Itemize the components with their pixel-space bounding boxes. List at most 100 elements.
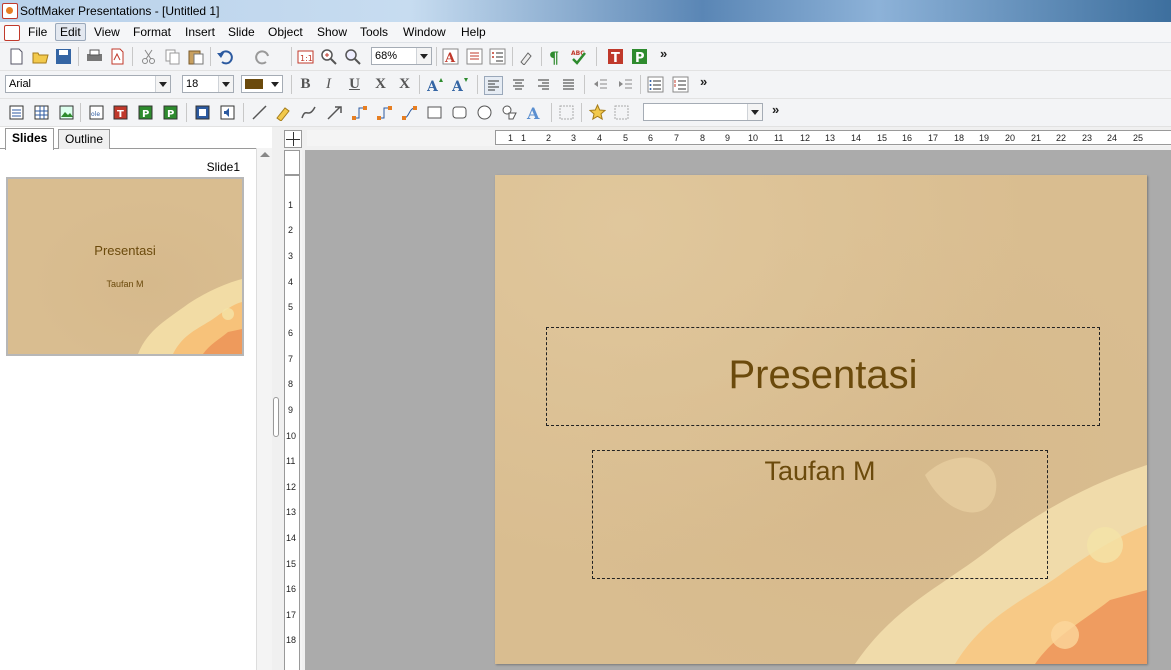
movie-icon[interactable] [194, 104, 211, 121]
ole-object-icon[interactable]: ole [88, 104, 105, 121]
curve-icon[interactable] [300, 104, 317, 121]
textmaker-object-icon[interactable]: T [112, 104, 129, 121]
line-icon[interactable] [251, 104, 268, 121]
slide-transition-icon[interactable] [613, 104, 630, 121]
slide[interactable]: Presentasi Taufan M [495, 175, 1147, 664]
toolbar-overflow-icon[interactable]: » [660, 46, 667, 61]
elbow-connector-icon[interactable] [376, 104, 393, 121]
sound-icon[interactable] [219, 104, 236, 121]
planmaker-icon[interactable]: P [631, 48, 648, 65]
curved-connector-icon[interactable] [401, 104, 418, 121]
zoom-select[interactable]: 68% [371, 47, 432, 65]
style-select[interactable] [643, 103, 763, 121]
animation-star-icon[interactable] [589, 104, 606, 121]
chevron-down-icon[interactable] [416, 48, 431, 64]
splitter-handle[interactable] [273, 397, 279, 437]
tab-slides[interactable]: Slides [5, 128, 55, 150]
rounded-rectangle-icon[interactable] [451, 104, 468, 121]
decrease-font-icon[interactable]: A [452, 76, 469, 93]
character-format-icon[interactable]: A [442, 48, 459, 65]
autoshape-icon[interactable] [501, 104, 518, 121]
panel-scrollbar[interactable] [256, 148, 273, 670]
bullet-list-icon[interactable] [647, 76, 664, 93]
bullets-icon[interactable] [489, 48, 506, 65]
menu-insert[interactable]: Insert [181, 24, 219, 40]
paste-icon[interactable] [187, 48, 204, 65]
menu-window[interactable]: Window [399, 24, 450, 40]
align-right-icon[interactable] [535, 76, 552, 93]
panel-splitter[interactable] [272, 127, 280, 670]
new-file-icon[interactable] [8, 48, 25, 65]
freehand-icon[interactable] [275, 104, 292, 121]
font-color-picker[interactable] [241, 75, 283, 93]
menu-file[interactable]: File [24, 24, 51, 40]
doc-icon[interactable] [4, 25, 20, 41]
undo-icon[interactable] [216, 48, 233, 65]
ruler-origin-button[interactable] [284, 130, 302, 148]
formatting-marks-icon[interactable]: ¶ [547, 48, 564, 65]
textmaker-icon[interactable]: T [607, 48, 624, 65]
menu-view[interactable]: View [90, 24, 124, 40]
arrow-icon[interactable] [326, 104, 343, 121]
menu-tools[interactable]: Tools [356, 24, 392, 40]
horizontal-ruler[interactable]: 1 1 2 3 4 5 6 7 8 9 10 11 12 13 14 15 16… [307, 130, 1171, 146]
tab-outline[interactable]: Outline [58, 129, 111, 149]
copy-icon[interactable] [164, 48, 181, 65]
increase-indent-icon[interactable] [617, 76, 634, 93]
align-left-icon[interactable] [484, 76, 503, 95]
align-center-icon[interactable] [510, 76, 527, 93]
slide-subtitle[interactable]: Taufan M [593, 456, 1047, 487]
toolbar-overflow-icon[interactable]: » [772, 102, 779, 117]
zoom-icon[interactable] [344, 48, 361, 65]
slide-title[interactable]: Presentasi [547, 353, 1099, 398]
title-placeholder[interactable]: Presentasi [546, 327, 1100, 426]
textart-icon[interactable]: A [526, 104, 543, 121]
print-icon[interactable] [86, 48, 103, 65]
chevron-up-icon[interactable] [260, 152, 270, 157]
decrease-indent-icon[interactable] [592, 76, 609, 93]
menu-object[interactable]: Object [264, 24, 307, 40]
chevron-down-icon[interactable] [271, 82, 279, 87]
picture-frame-icon[interactable] [58, 104, 75, 121]
strikethrough-icon[interactable]: X [396, 76, 413, 93]
text-frame-icon[interactable] [8, 104, 25, 121]
table-frame-icon[interactable] [33, 104, 50, 121]
zoom-actual-size-icon[interactable]: 1:1 [297, 48, 314, 65]
menu-edit[interactable]: Edit [55, 23, 86, 41]
ellipse-icon[interactable] [476, 104, 493, 121]
connector-icon[interactable] [351, 104, 368, 121]
zoom-in-icon[interactable] [320, 48, 337, 65]
menu-show[interactable]: Show [313, 24, 351, 40]
cut-icon[interactable] [140, 48, 157, 65]
font-size-select[interactable]: 18 [182, 75, 234, 93]
format-painter-icon[interactable] [518, 48, 535, 65]
planmaker-chart-icon[interactable]: P [162, 104, 179, 121]
chevron-down-icon[interactable] [747, 104, 762, 120]
menu-format[interactable]: Format [129, 24, 175, 40]
chevron-down-icon[interactable] [218, 76, 233, 92]
slide-thumbnail[interactable]: Presentasi Taufan M [6, 177, 244, 356]
redo-icon[interactable] [255, 48, 272, 65]
increase-font-icon[interactable]: A [427, 76, 444, 93]
bold-icon[interactable]: B [297, 76, 314, 93]
group-icon[interactable] [558, 104, 575, 121]
font-name-select[interactable]: Arial [5, 75, 171, 93]
planmaker-object-icon[interactable]: P [137, 104, 154, 121]
menu-slide[interactable]: Slide [224, 24, 259, 40]
numbered-list-icon[interactable] [672, 76, 689, 93]
export-pdf-icon[interactable] [109, 48, 126, 65]
double-underline-icon[interactable]: X [372, 76, 389, 93]
spell-check-icon[interactable]: ABC [570, 48, 587, 65]
toolbar-overflow-icon[interactable]: » [700, 74, 707, 89]
slide-canvas[interactable]: Presentasi Taufan M [305, 150, 1171, 670]
paragraph-format-icon[interactable] [466, 48, 483, 65]
chevron-down-icon[interactable] [155, 76, 170, 92]
vertical-ruler[interactable]: 1 2 3 4 5 6 7 8 9 10 11 12 13 14 15 16 1… [284, 150, 302, 670]
save-icon[interactable] [55, 48, 72, 65]
underline-icon[interactable]: U [346, 76, 363, 93]
italic-icon[interactable]: I [320, 76, 337, 93]
menu-help[interactable]: Help [457, 24, 490, 40]
rectangle-icon[interactable] [426, 104, 443, 121]
subtitle-placeholder[interactable]: Taufan M [592, 450, 1048, 579]
justify-icon[interactable] [560, 76, 577, 93]
